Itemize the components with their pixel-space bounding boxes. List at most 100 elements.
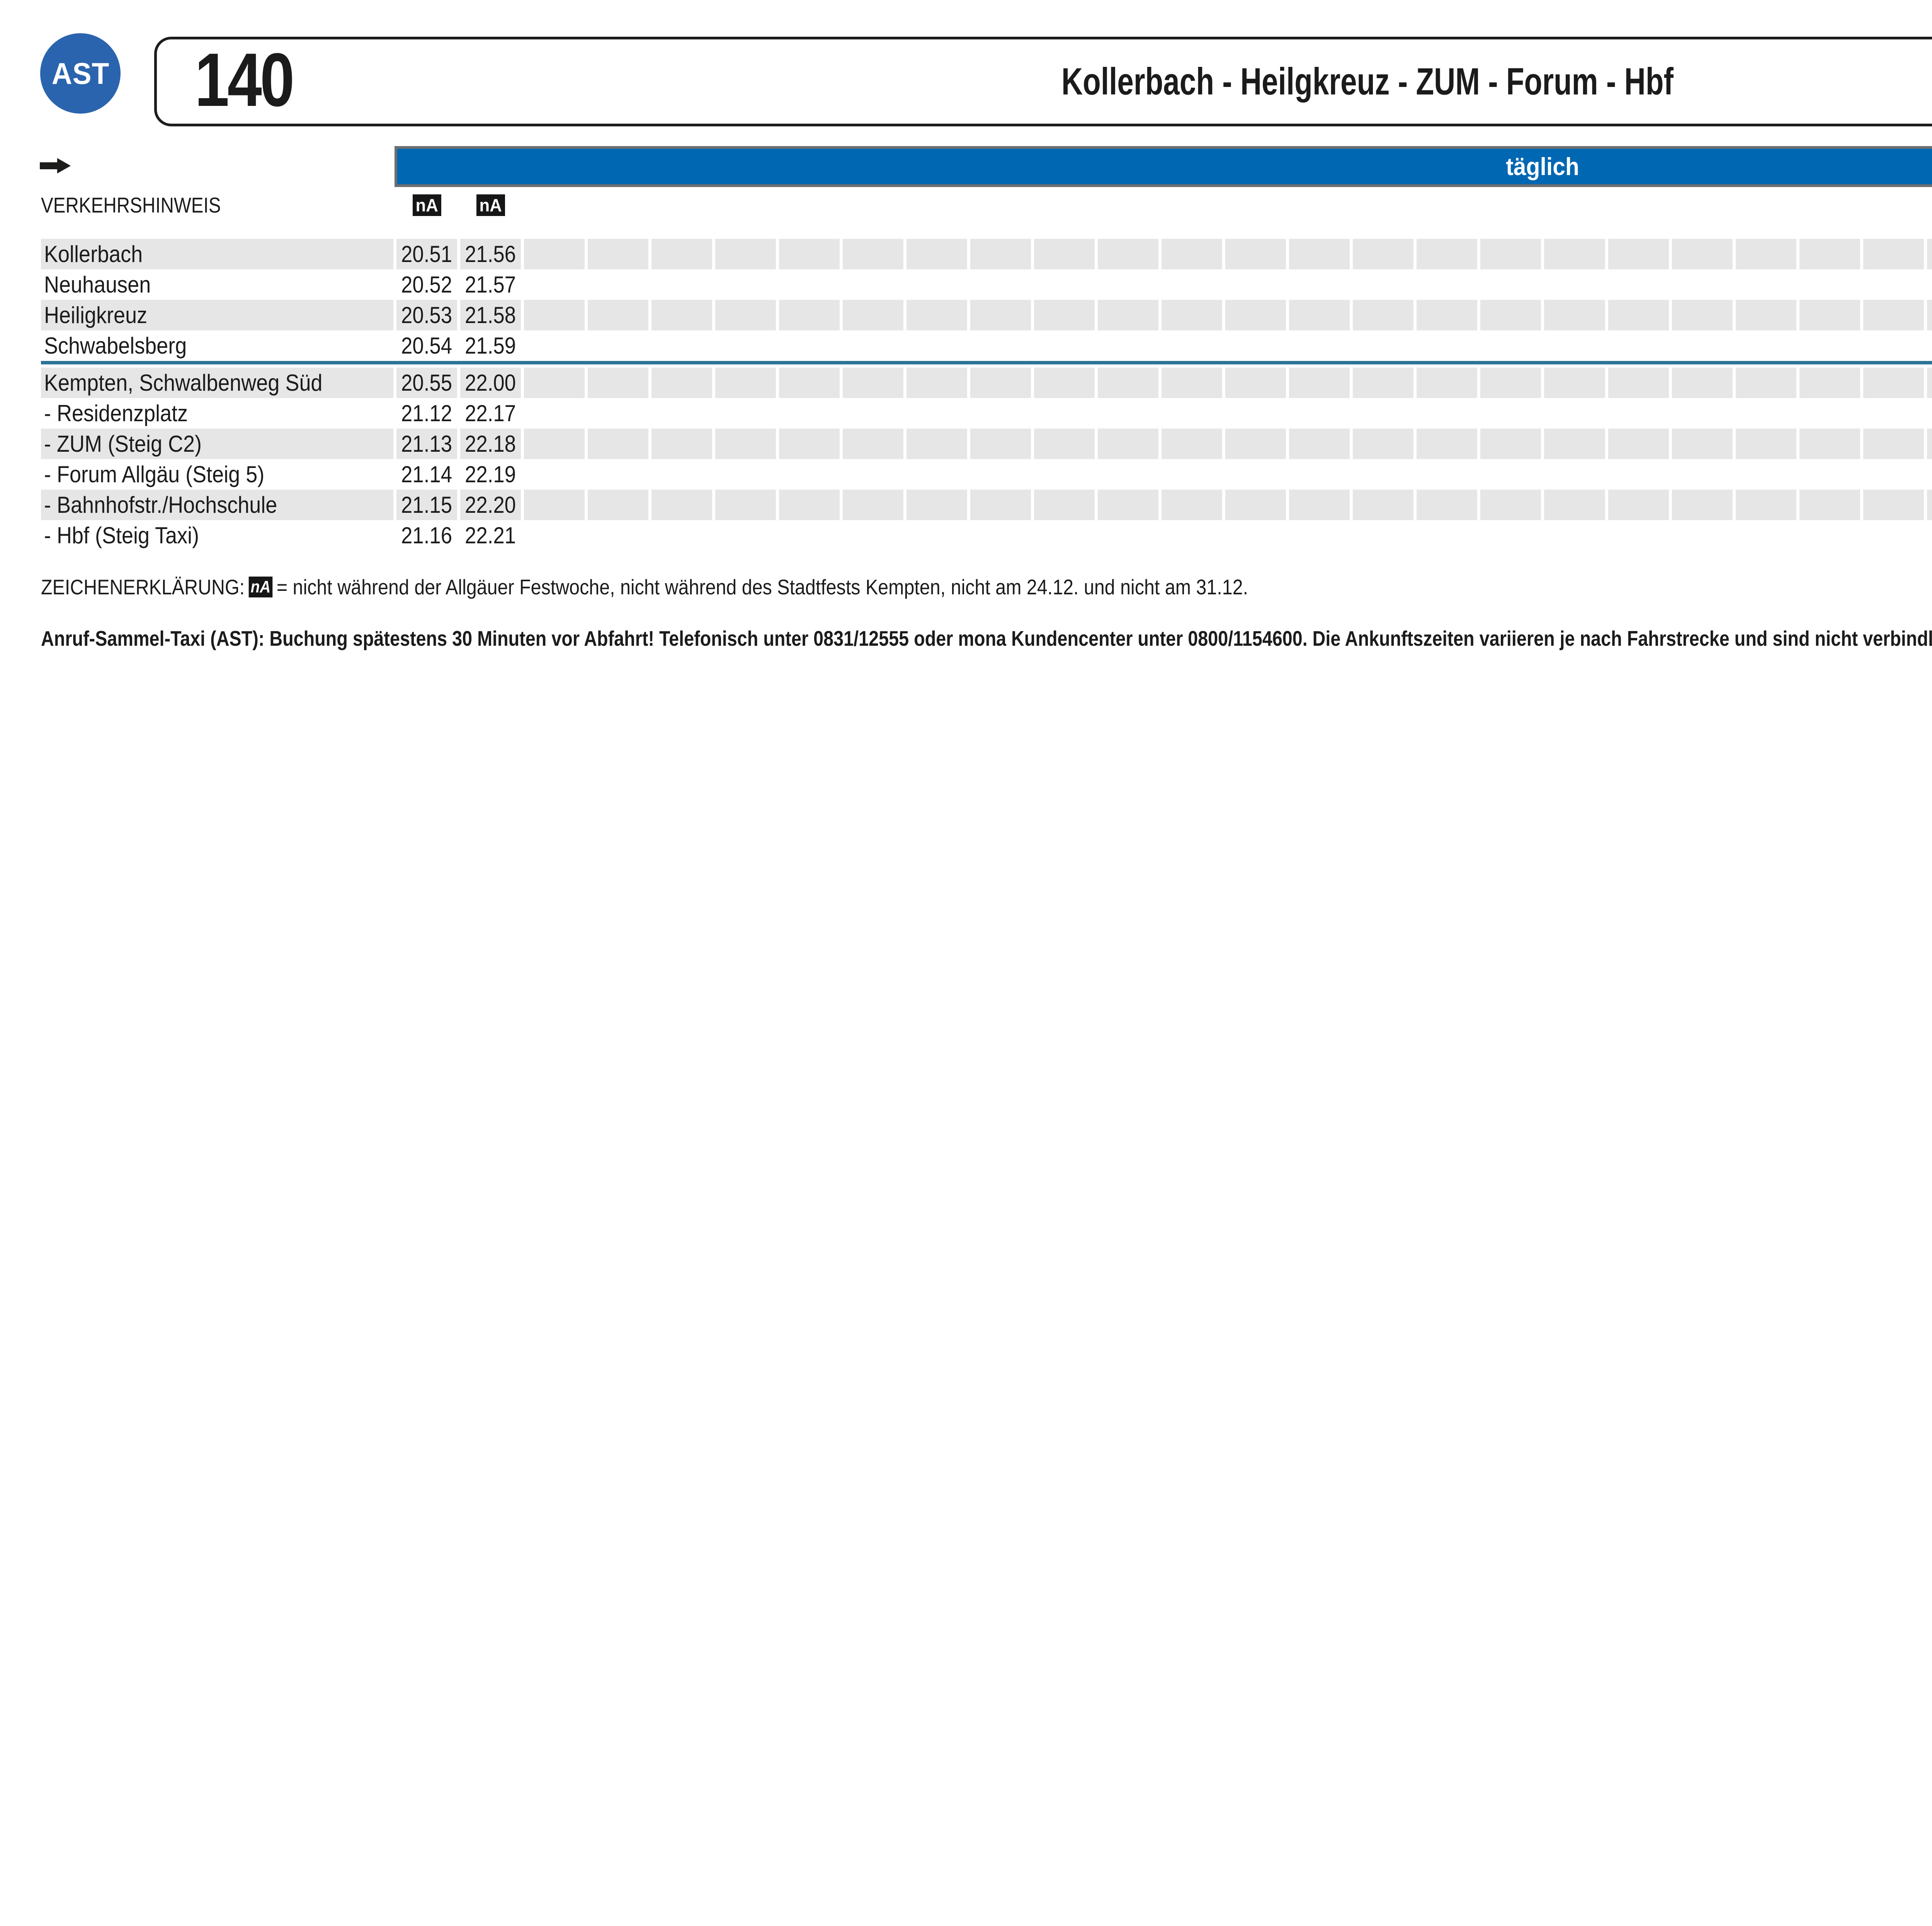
time-cell (1799, 398, 1860, 429)
time-cell (1736, 300, 1796, 330)
time-cell (651, 239, 712, 269)
time-cell (1098, 239, 1158, 269)
time-cell (588, 490, 648, 520)
time-cell: 22.19 (460, 459, 521, 490)
time-cell: 21.57 (460, 269, 521, 300)
time-cell (1225, 520, 1286, 551)
stop-name-cell: - Bahnhofstr./Hochschule (41, 490, 393, 520)
time-cell (1098, 398, 1158, 429)
time-cell (1608, 269, 1669, 300)
time-cell (1799, 269, 1860, 300)
time-cell (1608, 330, 1669, 361)
time-cell (1098, 330, 1158, 361)
timetable-block-1: Kollerbach20.5121.56Neuhausen20.5221.57H… (41, 239, 1932, 361)
time-cell (779, 269, 840, 300)
time-cell (1927, 398, 1932, 429)
time-cell: 21.14 (396, 459, 457, 490)
timetable-row: Heiligkreuz20.5321.58 (41, 300, 1932, 330)
block-separator (41, 361, 1932, 364)
time-cell (1034, 368, 1095, 398)
time-cell (1736, 330, 1796, 361)
time-cell (970, 490, 1031, 520)
time-cell (651, 490, 712, 520)
time-cell (1289, 330, 1350, 361)
note-badge-cell (588, 192, 648, 219)
time-cell: 20.53 (396, 300, 457, 330)
valid-from: gültig ab: 01.02.2023 (253, 647, 1932, 671)
na-symbol-badge: nA (413, 194, 441, 216)
stop-name-cell: Kempten, Schwalbenweg Süd (41, 368, 393, 398)
note-badge-cell (1034, 192, 1095, 219)
note-badge-cell (1162, 192, 1222, 219)
time-cell (843, 398, 903, 429)
time-cell (524, 368, 585, 398)
time-cell (1480, 239, 1541, 269)
time-cell (1480, 300, 1541, 330)
time-cell (843, 368, 903, 398)
time-cell (1289, 520, 1350, 551)
time-cell (970, 330, 1031, 361)
time-cell (524, 398, 585, 429)
time-cell (1927, 239, 1932, 269)
legend-label: ZEICHENERKLÄRUNG: (41, 575, 245, 599)
time-cell (1927, 490, 1932, 520)
timetable-row: - Hbf (Steig Taxi)21.1622.21 (41, 520, 1932, 551)
time-cell (1863, 429, 1924, 459)
time-cell (1544, 520, 1605, 551)
time-cell (1736, 429, 1796, 459)
note-badge-cell (715, 192, 776, 219)
time-cell (1672, 398, 1733, 429)
time-cell (1927, 368, 1932, 398)
time-cell (843, 330, 903, 361)
time-cell (524, 520, 585, 551)
time-cell (588, 398, 648, 429)
timetable-row: Kollerbach20.5121.56 (41, 239, 1932, 269)
time-cell (1672, 269, 1733, 300)
time-cell (1736, 269, 1796, 300)
time-cell (1034, 429, 1095, 459)
timetable-row: - Bahnhofstr./Hochschule21.1522.20 (41, 490, 1932, 520)
stop-name-cell: - ZUM (Steig C2) (41, 429, 393, 459)
time-cell: 21.56 (460, 239, 521, 269)
time-cell (524, 429, 585, 459)
ast-logo: AST (40, 33, 121, 114)
time-cell (779, 368, 840, 398)
time-cell (1034, 300, 1095, 330)
time-cell (1736, 459, 1796, 490)
time-cell (1799, 459, 1860, 490)
time-cell (1353, 398, 1413, 429)
time-cell (1736, 490, 1796, 520)
note-badge-cell (1417, 192, 1477, 219)
time-cell (1353, 269, 1413, 300)
time-cell (906, 459, 967, 490)
note-badge-cell (524, 192, 585, 219)
time-cell (1608, 490, 1669, 520)
time-cell (1927, 269, 1932, 300)
time-cell: 22.18 (460, 429, 521, 459)
time-cell (843, 520, 903, 551)
time-cell (843, 429, 903, 459)
time-cell: 22.17 (460, 398, 521, 429)
time-cell (906, 269, 967, 300)
note-badge-cell (1863, 192, 1924, 219)
stop-name-cell: Heiligkreuz (41, 300, 393, 330)
time-cell (588, 368, 648, 398)
time-cell (1736, 398, 1796, 429)
time-cell (1799, 520, 1860, 551)
time-cell (1098, 520, 1158, 551)
time-cell (1034, 490, 1095, 520)
time-cell (1863, 269, 1924, 300)
time-cell (1353, 490, 1413, 520)
note-badge-cell (1098, 192, 1158, 219)
time-cell (779, 300, 840, 330)
time-cell (1672, 429, 1733, 459)
time-cell (1863, 300, 1924, 330)
time-cell (588, 239, 648, 269)
time-cell (1098, 429, 1158, 459)
time-cell (1863, 459, 1924, 490)
time-cell (1098, 368, 1158, 398)
time-cell (1927, 459, 1932, 490)
time-cell (1480, 459, 1541, 490)
time-cell (715, 459, 776, 490)
time-cell (1608, 520, 1669, 551)
